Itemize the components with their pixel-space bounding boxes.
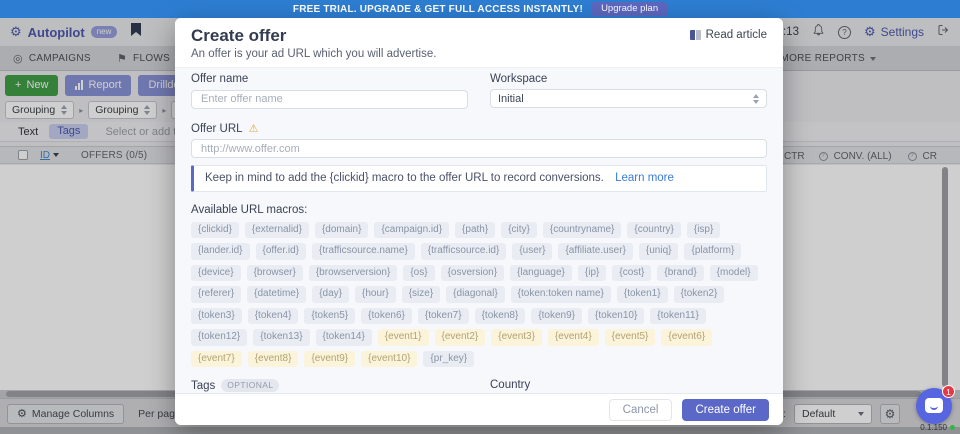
- macro-chip[interactable]: {token8}: [475, 308, 526, 325]
- macro-chip[interactable]: {trafficsource.id}: [421, 243, 507, 260]
- macro-chip[interactable]: {diagonal}: [446, 286, 505, 303]
- macro-chip[interactable]: {platform}: [684, 243, 741, 260]
- macro-chip[interactable]: {token11}: [650, 308, 706, 325]
- tags-label: Tags: [191, 380, 215, 392]
- upgrade-plan-button[interactable]: Upgrade plan: [592, 2, 667, 17]
- macro-chip[interactable]: {event1}: [378, 329, 429, 346]
- macro-chip[interactable]: {token10}: [588, 308, 644, 325]
- macro-chip[interactable]: {token5}: [304, 308, 355, 325]
- clickid-note: Keep in mind to add the {clickid} macro …: [191, 165, 767, 192]
- macro-chip[interactable]: {token14}: [316, 329, 372, 346]
- create-offer-button[interactable]: Create offer: [682, 399, 769, 421]
- macro-chip[interactable]: {event4}: [548, 329, 599, 346]
- read-article-link[interactable]: Read article: [690, 29, 767, 41]
- offer-name-label: Offer name: [191, 73, 468, 85]
- macro-chip[interactable]: {token2}: [674, 286, 725, 303]
- macro-chip[interactable]: {campaign.id}: [374, 222, 449, 239]
- macro-chip[interactable]: {size}: [402, 286, 440, 303]
- macro-chip[interactable]: {token7}: [418, 308, 469, 325]
- macro-chip[interactable]: {os}: [403, 265, 434, 282]
- learn-more-link[interactable]: Learn more: [615, 172, 674, 184]
- offer-name-input[interactable]: [191, 90, 468, 109]
- macro-chip[interactable]: {hour}: [355, 286, 396, 303]
- macro-chip[interactable]: {token13}: [253, 329, 309, 346]
- macro-chip[interactable]: {offer.id}: [256, 243, 307, 260]
- macro-chip[interactable]: {browser}: [247, 265, 303, 282]
- macro-chip[interactable]: {domain}: [315, 222, 368, 239]
- macro-chip[interactable]: {token9}: [531, 308, 582, 325]
- workspace-label: Workspace: [490, 73, 767, 85]
- macro-chip[interactable]: {city}: [501, 222, 537, 239]
- chat-widget-button[interactable]: 1: [916, 388, 952, 424]
- macro-chips: {clickid} {externalid} {domain} {campaign.i…: [191, 222, 767, 368]
- macro-chip[interactable]: {device}: [191, 265, 241, 282]
- macro-chip[interactable]: {language}: [510, 265, 572, 282]
- chat-bubble-icon: [925, 398, 943, 413]
- macro-chip[interactable]: {path}: [455, 222, 495, 239]
- book-icon: [690, 30, 701, 40]
- version-number: 0.1.150: [920, 423, 947, 432]
- app-root: FREE TRIAL. UPGRADE & GET FULL ACCESS IN…: [0, 0, 960, 434]
- read-article-label: Read article: [706, 29, 767, 41]
- country-label: Country: [490, 379, 767, 391]
- macro-chip[interactable]: {event3}: [491, 329, 542, 346]
- create-offer-modal: Create offer An offer is your ad URL whi…: [175, 18, 783, 425]
- macro-chip[interactable]: {referer}: [191, 286, 241, 303]
- promo-text: FREE TRIAL. UPGRADE & GET FULL ACCESS IN…: [293, 4, 583, 15]
- workspace-select[interactable]: Initial: [490, 89, 767, 108]
- chat-unread-badge: 1: [942, 385, 955, 398]
- macro-chip[interactable]: {country}: [627, 222, 680, 239]
- modal-footer: Cancel Create offer: [175, 393, 783, 425]
- macro-chip[interactable]: {osversion}: [441, 265, 504, 282]
- macros-label: Available URL macros:: [191, 204, 767, 216]
- macro-chip[interactable]: {isp}: [687, 222, 720, 239]
- macro-chip[interactable]: {user}: [512, 243, 552, 260]
- macro-chip[interactable]: {trafficsource.name}: [312, 243, 415, 260]
- macro-chip[interactable]: {token12}: [191, 329, 247, 346]
- modal-subtitle: An offer is your ad URL which you will a…: [191, 48, 767, 60]
- cancel-button[interactable]: Cancel: [609, 399, 673, 421]
- updown-icon: [753, 94, 759, 104]
- macro-chip[interactable]: {token3}: [191, 308, 242, 325]
- macro-chip[interactable]: {pr_key}: [423, 351, 474, 368]
- macro-chip[interactable]: {event9}: [304, 351, 355, 368]
- macro-chip[interactable]: {event6}: [661, 329, 712, 346]
- macro-chip[interactable]: {token1}: [617, 286, 668, 303]
- status-dot: [950, 425, 955, 430]
- optional-badge: OPTIONAL: [221, 379, 279, 392]
- macro-chip[interactable]: {event2}: [435, 329, 486, 346]
- macro-chip[interactable]: {cost}: [612, 265, 651, 282]
- macro-chip[interactable]: {token:token name}: [511, 286, 611, 303]
- workspace-value: Initial: [498, 93, 524, 105]
- modal-body: Offer name Workspace Initial Offer URL ⚠: [175, 68, 783, 393]
- macro-chip[interactable]: {token4}: [248, 308, 299, 325]
- offer-url-input[interactable]: [191, 139, 767, 158]
- macro-chip[interactable]: {affiliate.user}: [558, 243, 632, 260]
- macro-chip[interactable]: {uniq}: [639, 243, 679, 260]
- macro-chip[interactable]: {externalid}: [245, 222, 309, 239]
- macro-chip[interactable]: {model}: [710, 265, 758, 282]
- modal-header: Create offer An offer is your ad URL whi…: [175, 18, 783, 68]
- warning-icon: ⚠: [249, 123, 259, 134]
- macro-chip[interactable]: {event10}: [361, 351, 417, 368]
- macro-chip[interactable]: {lander.id}: [191, 243, 250, 260]
- macro-chip[interactable]: {token6}: [361, 308, 412, 325]
- macro-chip[interactable]: {countryname}: [543, 222, 622, 239]
- modal-title: Create offer: [191, 26, 767, 46]
- macro-chip[interactable]: {event7}: [191, 351, 242, 368]
- macro-chip[interactable]: {brand}: [657, 265, 703, 282]
- macro-chip[interactable]: {datetime}: [247, 286, 306, 303]
- macro-chip[interactable]: {browserversion}: [309, 265, 397, 282]
- macro-chip[interactable]: {ip}: [578, 265, 606, 282]
- macro-chip[interactable]: {event8}: [248, 351, 299, 368]
- version-label: 0.1.150: [920, 423, 955, 432]
- macro-chip[interactable]: {event5}: [605, 329, 656, 346]
- promo-banner: FREE TRIAL. UPGRADE & GET FULL ACCESS IN…: [0, 0, 960, 18]
- macro-chip[interactable]: {clickid}: [191, 222, 239, 239]
- macro-chip[interactable]: {day}: [312, 286, 349, 303]
- offer-url-label: Offer URL: [191, 123, 243, 135]
- clickid-note-text: Keep in mind to add the {clickid} macro …: [205, 172, 604, 184]
